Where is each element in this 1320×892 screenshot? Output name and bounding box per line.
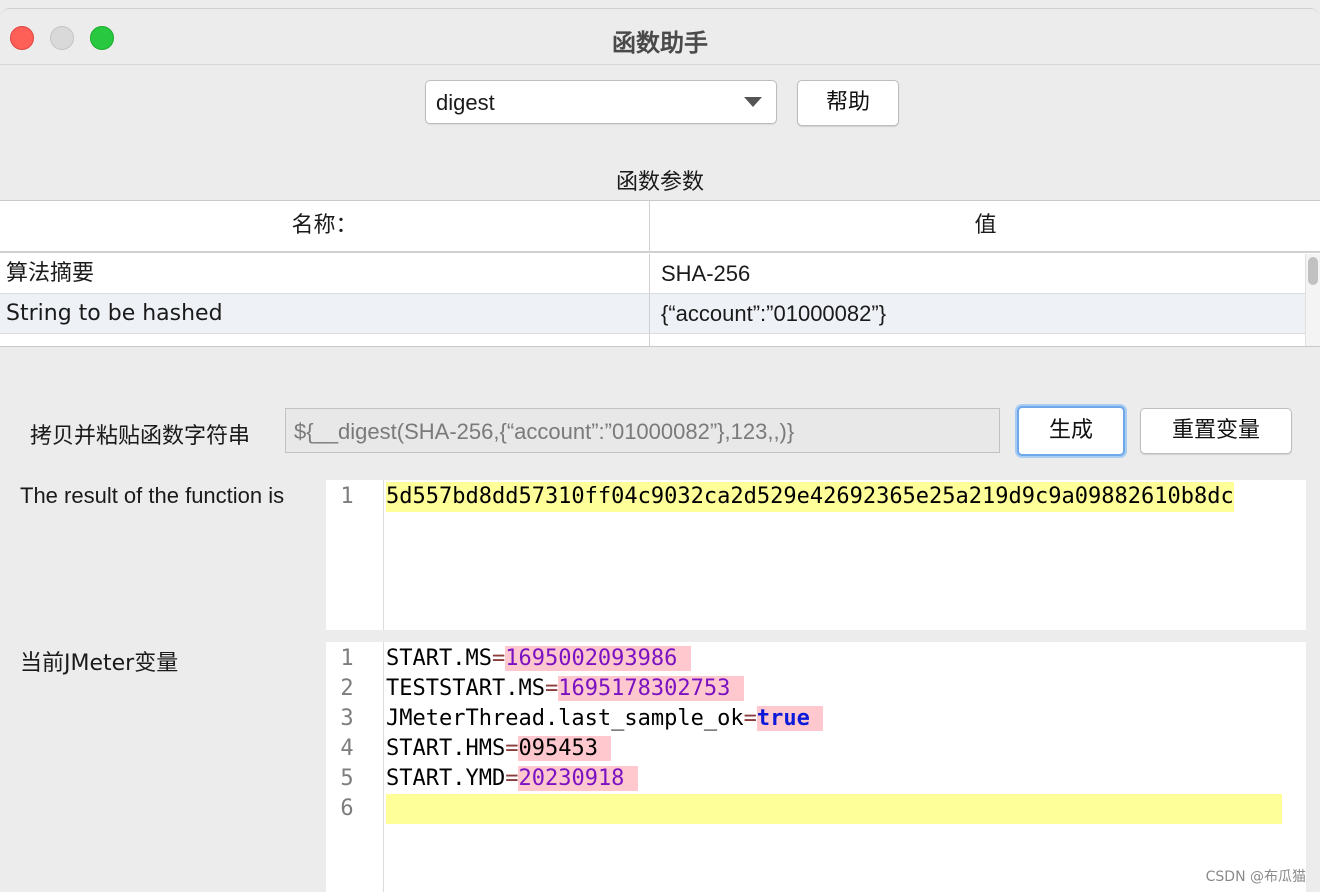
line-number: 5	[340, 766, 354, 791]
variable-key: START.MS	[386, 646, 492, 671]
function-string-label: 拷贝并粘贴函数字符串	[30, 424, 251, 449]
param-name-cell[interactable]: 算法摘要	[0, 254, 650, 294]
params-section-title: 函数参数	[615, 170, 704, 195]
result-line[interactable]: 5d557bd8dd57310ff04c9032ca2d529e42692365…	[386, 482, 1234, 512]
scrollbar-thumb[interactable]	[1308, 257, 1318, 285]
equals-sign: =	[505, 766, 519, 791]
equals-sign: =	[491, 646, 506, 671]
variable-line[interactable]: START.YMD=20230918	[386, 764, 638, 794]
trailing-space	[677, 646, 691, 671]
line-number: 6	[340, 796, 354, 821]
variable-line[interactable]: START.MS=1695002093986	[386, 644, 691, 674]
result-editor[interactable]: 1 5d557bd8dd57310ff04c9032ca2d529e426923…	[326, 480, 1306, 630]
variable-line[interactable]: TESTSTART.MS=1695178302753	[386, 674, 744, 704]
column-header-value[interactable]: 值	[651, 201, 1320, 251]
current-line-highlight[interactable]	[386, 794, 1282, 824]
chevron-down-icon	[744, 97, 762, 107]
line-number-gutter: 1 2 3 4 5 6	[326, 642, 384, 892]
watermark: CSDN @布瓜猫	[1205, 869, 1306, 885]
variable-value: 095453	[518, 736, 598, 761]
params-table-header: 名称： 值	[0, 201, 1320, 253]
params-table: 名称： 值 算法摘要 SHA-256 String to be hashed {…	[0, 200, 1320, 347]
variable-line[interactable]: START.HMS=095453	[386, 734, 612, 764]
jmeter-variables-label: 当前JMeter变量	[20, 651, 179, 676]
column-header-name[interactable]: 名称：	[0, 201, 650, 251]
trailing-space	[730, 676, 744, 701]
result-label: The result of the function is	[20, 483, 285, 508]
trailing-space	[597, 736, 612, 761]
line-number: 1	[340, 484, 354, 509]
variable-value: true	[756, 706, 810, 731]
param-value-cell[interactable]: {“account”:”01000082”}	[651, 294, 1305, 334]
line-number: 1	[340, 646, 354, 671]
function-string-field[interactable]: ${__digest(SHA-256,{“account”:”01000082”…	[285, 408, 1000, 453]
function-select-value: digest	[436, 90, 495, 115]
param-name-cell-empty	[0, 334, 650, 346]
param-value-cell[interactable]: SHA-256	[651, 254, 1305, 294]
variable-key: TESTSTART.MS	[386, 676, 545, 701]
line-number-gutter: 1	[326, 480, 384, 630]
variable-key: START.HMS	[386, 736, 506, 761]
variable-key: JMeterThread.last_sample_ok	[386, 706, 744, 731]
equals-sign: =	[544, 676, 559, 701]
table-row-partial	[0, 334, 1305, 346]
function-selector-bar: digest 帮助	[0, 80, 1320, 130]
variable-value: 20230918	[518, 766, 625, 791]
variable-value: 1695002093986	[505, 646, 678, 671]
line-number: 2	[340, 676, 354, 701]
table-row[interactable]: String to be hashed {“account”:”01000082…	[0, 294, 1305, 334]
table-row[interactable]: 算法摘要 SHA-256	[0, 254, 1305, 294]
reset-variables-button[interactable]: 重置变量	[1140, 408, 1292, 454]
equals-sign: =	[743, 706, 757, 731]
param-name-cell[interactable]: String to be hashed	[0, 294, 650, 334]
variable-key: START.YMD	[386, 766, 506, 791]
help-button[interactable]: 帮助	[797, 80, 899, 126]
variable-line[interactable]: JMeterThread.last_sample_ok=true	[386, 704, 824, 734]
generate-button[interactable]: 生成	[1017, 406, 1125, 456]
function-select[interactable]: digest	[425, 80, 777, 124]
title-bar: 函数助手	[0, 9, 1320, 65]
table-scrollbar[interactable]	[1305, 254, 1320, 346]
line-number: 3	[340, 706, 354, 731]
trailing-space	[809, 706, 824, 731]
variable-value: 1695178302753	[558, 676, 731, 701]
jmeter-variables-editor[interactable]: 1 2 3 4 5 6 START.MS=1695002093986 TESTS…	[326, 642, 1306, 892]
equals-sign: =	[505, 736, 519, 761]
line-number: 4	[340, 736, 354, 761]
window-title: 函数助手	[612, 29, 708, 57]
trailing-space	[624, 766, 638, 791]
